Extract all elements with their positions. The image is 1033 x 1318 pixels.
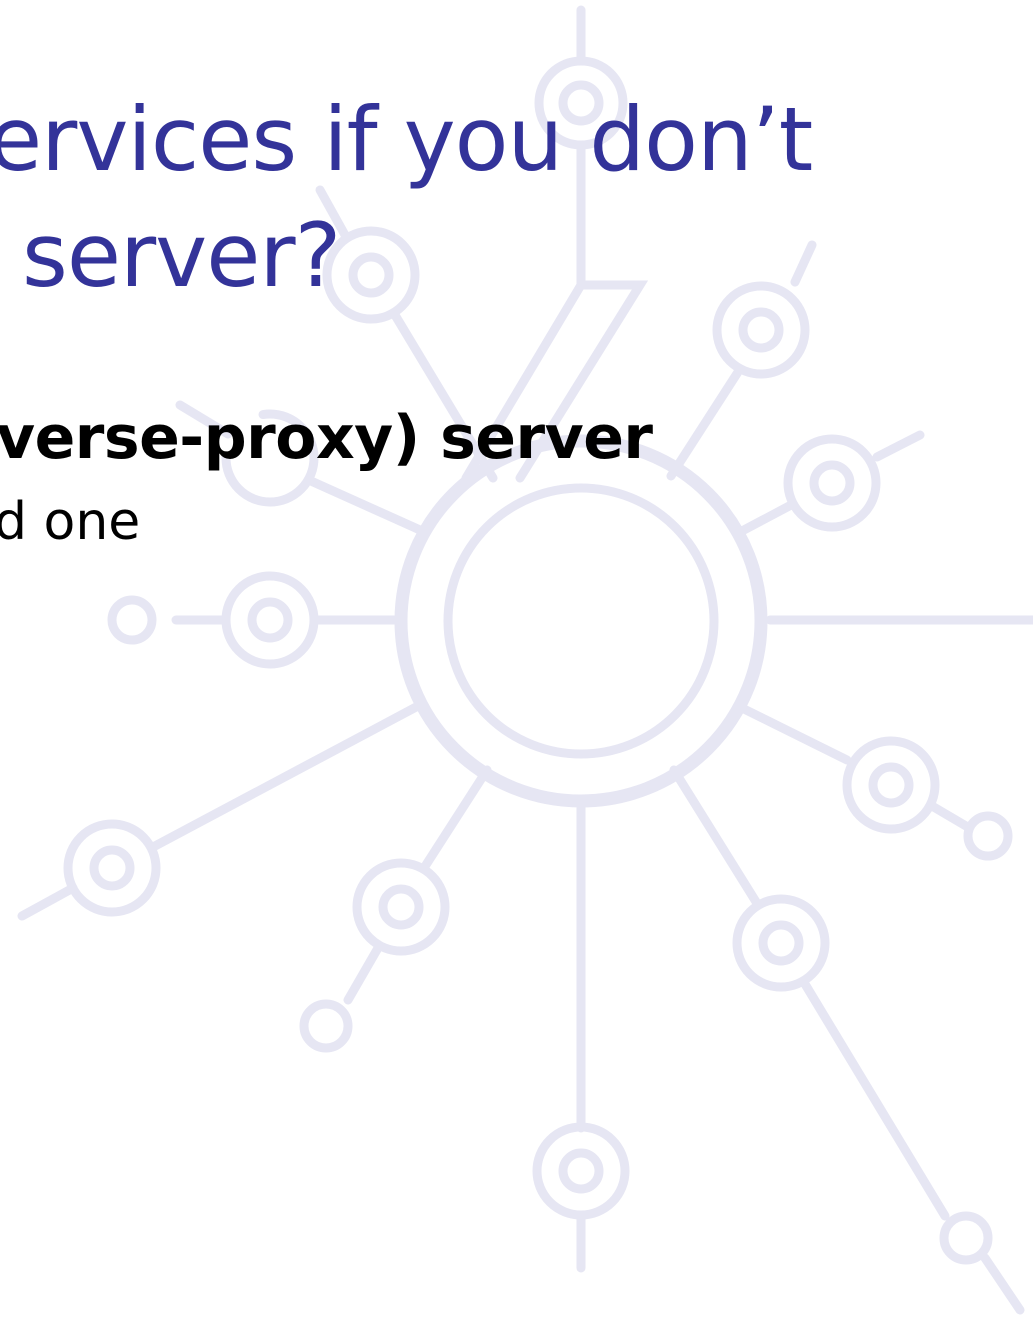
bullet-subtext: d one [0, 492, 141, 552]
network-hub-icon [17, 5, 1033, 1315]
slide-title-line-2: server? [22, 204, 341, 307]
slide: ervices if you don’t server? verse-proxy… [0, 0, 1033, 1318]
bullet-heading: verse-proxy) server [0, 403, 653, 473]
slide-title-line-1: ervices if you don’t [0, 88, 813, 191]
